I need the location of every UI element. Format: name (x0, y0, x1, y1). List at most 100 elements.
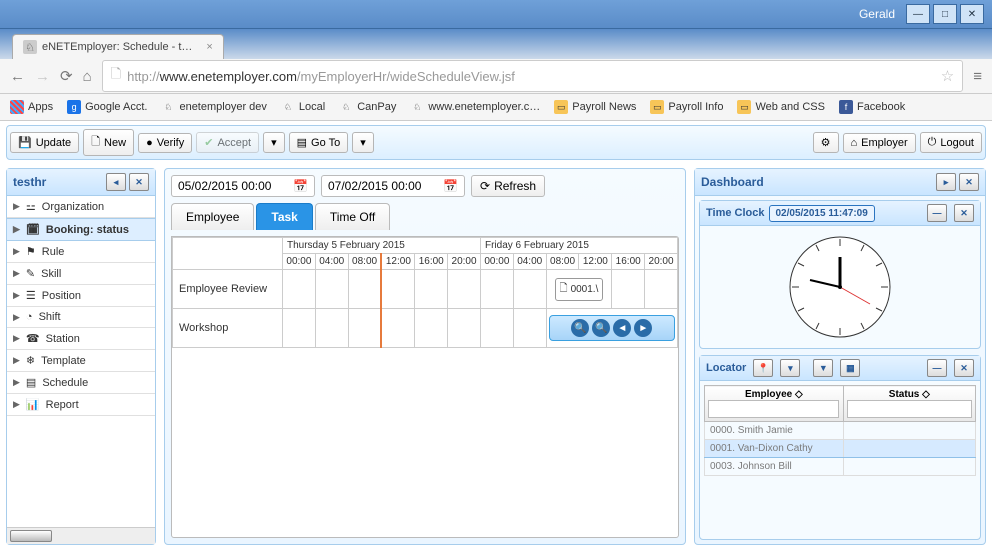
locator-row[interactable]: 0000. Smith Jamie (705, 422, 976, 440)
sidebar-item-position[interactable]: ▶☰Position (7, 285, 155, 307)
locator-col-status[interactable]: Status ◇ (843, 386, 975, 422)
sidebar-item-schedule[interactable]: ▶▤Schedule (7, 372, 155, 394)
locator-cell-status (843, 422, 975, 440)
sidebar-item-skill[interactable]: ▶✎Skill (7, 263, 155, 285)
bm-payrollinfo[interactable]: ▭Payroll Info (650, 100, 723, 114)
locator-pin-icon[interactable]: 📍 (753, 359, 773, 377)
sidebar-panel: testhr ◂ ✕ ▶⚍Organization▶🗓Booking: stat… (6, 168, 156, 545)
browser-tab[interactable]: ♘ eNETEmployer: Schedule - t… × (12, 34, 224, 59)
bm-payrollnews[interactable]: ▭Payroll News (554, 100, 636, 114)
chevron-right-icon: ▶ (13, 312, 20, 323)
hour-header: 04:00 (513, 254, 546, 270)
sidebar-item-template[interactable]: ▶❄Template (7, 350, 155, 372)
chevron-right-icon: ▶ (13, 355, 20, 366)
locator-dropdown[interactable]: ▾ (780, 359, 800, 377)
sidebar-close[interactable]: ✕ (129, 173, 149, 191)
bm-apps[interactable]: Apps (10, 100, 53, 114)
window-maximize[interactable]: □ (933, 4, 957, 24)
locator-cell-employee: 0000. Smith Jamie (705, 422, 844, 440)
new-button[interactable]: 🗋New (83, 129, 134, 156)
bm-google[interactable]: gGoogle Acct. (67, 100, 147, 114)
schedule-table: Thursday 5 February 2015 Friday 6 Februa… (172, 237, 678, 348)
date-from-input[interactable]: 05/02/2015 00:00📅 (171, 175, 315, 197)
sidebar-scrollbar[interactable] (7, 527, 155, 544)
sidebar-item-shift[interactable]: ▶◔Shift (7, 307, 155, 328)
browser-menu-icon[interactable]: ≡ (973, 68, 982, 85)
window-user: Gerald (859, 7, 895, 21)
hour-header: 08:00 (546, 254, 579, 270)
locator-cell-employee: 0003. Johnson Bill (705, 458, 844, 476)
sidebar-collapse[interactable]: ◂ (106, 173, 126, 191)
bm-facebook[interactable]: fFacebook (839, 100, 905, 114)
tab-task[interactable]: Task (256, 203, 312, 230)
prev-icon[interactable]: ◄ (613, 319, 631, 337)
locator-filter-icon[interactable]: ▼ (813, 359, 833, 377)
sidebar-item-booking-status[interactable]: ▶🗓Booking: status (7, 218, 155, 241)
bm-dev[interactable]: ♘enetemployer dev (161, 100, 266, 114)
timeclock-minimize[interactable]: — (927, 204, 947, 222)
day-header: Thursday 5 February 2015 (283, 238, 481, 254)
dashboard-title: Dashboard (701, 175, 764, 189)
gear-button[interactable]: ⚙ (813, 132, 839, 153)
locator-filter-employee[interactable] (708, 400, 839, 418)
verify-button[interactable]: ●Verify (138, 133, 192, 153)
scrollbar-thumb[interactable] (10, 530, 52, 542)
sort-icon[interactable]: ◇ (922, 389, 930, 400)
next-icon[interactable]: ► (634, 319, 652, 337)
accept-dropdown[interactable]: ▾ (263, 132, 285, 153)
zoom-out-icon[interactable]: 🔍 (592, 319, 610, 337)
bm-enet[interactable]: ♘www.enetemployer.c… (410, 100, 540, 114)
tab-timeoff[interactable]: Time Off (315, 203, 390, 230)
timeclock-close[interactable]: ✕ (954, 204, 974, 222)
sort-icon[interactable]: ◇ (795, 389, 803, 400)
logout-icon: ⏻ (928, 136, 937, 149)
bookmark-star-icon[interactable]: ☆ (941, 67, 954, 85)
window-minimize[interactable]: — (906, 4, 930, 24)
update-button[interactable]: 💾Update (10, 132, 79, 153)
locator-col-employee[interactable]: Employee ◇ (705, 386, 844, 422)
schedule-event[interactable]: 🗋0001.\ (555, 278, 604, 301)
calendar-icon[interactable]: 📅 (293, 179, 308, 193)
bm-canpay[interactable]: ♘CanPay (339, 100, 396, 114)
bm-webcss[interactable]: ▭Web and CSS (737, 100, 825, 114)
bm-local[interactable]: ♘Local (281, 100, 325, 114)
locator-close[interactable]: ✕ (954, 359, 974, 377)
verify-icon: ● (146, 137, 153, 149)
logout-button[interactable]: ⏻Logout (920, 132, 982, 153)
hour-header: 20:00 (448, 254, 481, 270)
schedule-grid: Thursday 5 February 2015 Friday 6 Februa… (171, 236, 679, 538)
date-to-input[interactable]: 07/02/2015 00:00📅 (321, 175, 465, 197)
sidebar-item-organization[interactable]: ▶⚍Organization (7, 196, 155, 218)
locator-minimize[interactable]: — (927, 359, 947, 377)
goto-button[interactable]: ▤Go To (289, 132, 349, 153)
reload-icon[interactable]: ⟳ (60, 67, 73, 85)
url-input[interactable]: 🗋 http://www.enetemployer.com/myEmployer… (102, 60, 964, 92)
employer-button[interactable]: ⌂Employer (843, 133, 916, 153)
sidebar-item-report[interactable]: ▶📊Report (7, 394, 155, 416)
home-icon[interactable]: ⌂ (83, 68, 92, 85)
bookmarks-bar: Apps gGoogle Acct. ♘enetemployer dev ♘Lo… (0, 94, 992, 121)
dashboard-close[interactable]: ✕ (959, 173, 979, 191)
locator-row[interactable]: 0003. Johnson Bill (705, 458, 976, 476)
tab-close-icon[interactable]: × (206, 41, 212, 53)
sidebar-item-label: Booking: status (46, 224, 129, 236)
back-icon[interactable]: ← (10, 68, 25, 85)
sidebar-item-rule[interactable]: ▶⚑Rule (7, 241, 155, 263)
locator-grid-icon[interactable]: ▦ (840, 359, 860, 377)
goto-dropdown[interactable]: ▾ (352, 132, 374, 153)
locator-filter-status[interactable] (847, 400, 972, 418)
window-close[interactable]: ✕ (960, 4, 984, 24)
locator-row[interactable]: 0001. Van-Dixon Cathy (705, 440, 976, 458)
main-area: testhr ◂ ✕ ▶⚍Organization▶🗓Booking: stat… (0, 160, 992, 551)
tab-employee[interactable]: Employee (171, 203, 254, 230)
task-row-label: Workshop (173, 309, 283, 348)
refresh-button[interactable]: ⟳Refresh (471, 175, 545, 197)
sidebar-item-label: Report (46, 399, 79, 411)
calendar-icon[interactable]: 📅 (443, 179, 458, 193)
browser-tab-strip: ♘ eNETEmployer: Schedule - t… × (0, 29, 992, 59)
save-icon: 💾 (18, 136, 32, 149)
sidebar-item-station[interactable]: ▶☎Station (7, 328, 155, 350)
locator-title: Locator (706, 362, 746, 374)
zoom-in-icon[interactable]: 🔍 (571, 319, 589, 337)
dashboard-expand[interactable]: ▸ (936, 173, 956, 191)
